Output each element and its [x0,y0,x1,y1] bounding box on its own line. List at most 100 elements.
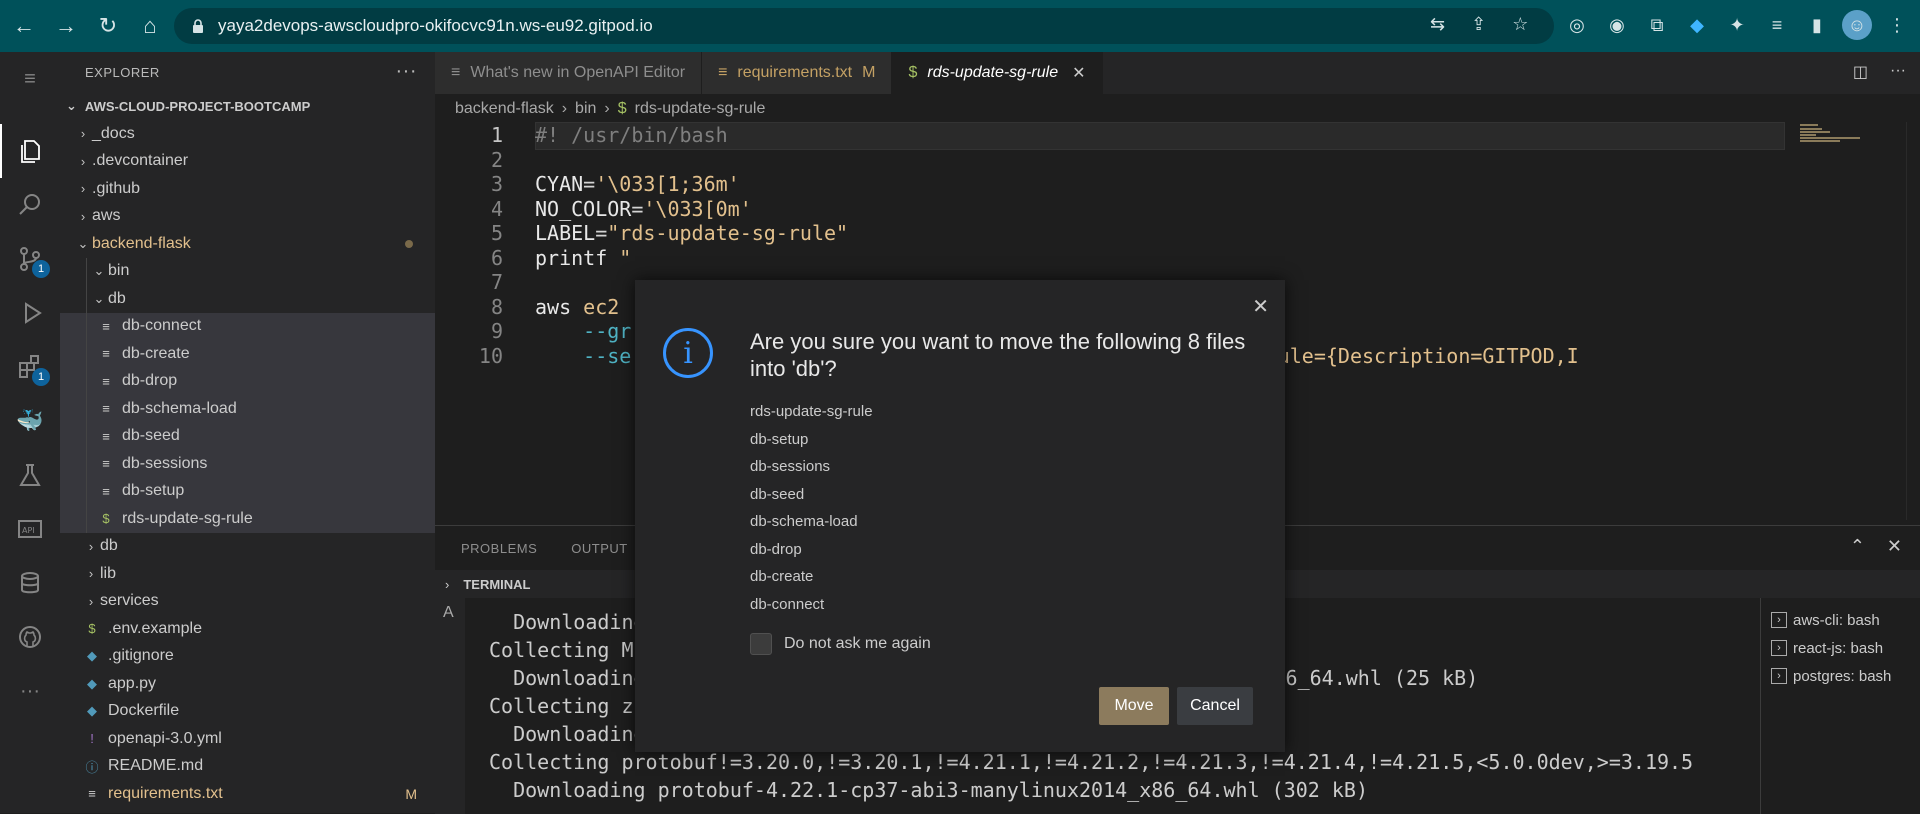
shell-file-icon: $ [908,64,918,81]
checkbox-box[interactable] [750,633,772,655]
minimap[interactable] [1795,122,1905,520]
terminal-item[interactable]: › postgres: bash [1761,662,1920,690]
tree-item[interactable]: › _docs [60,120,435,148]
tree-item-label: db [108,289,126,307]
chevron-down-icon: ⌄ [93,263,105,279]
extension-icon[interactable]: ◆ [1682,10,1712,40]
breadcrumb-item[interactable]: backend-flask [455,100,554,118]
bookmark-star-icon[interactable]: ☆ [1512,14,1528,35]
tree-item[interactable]: › .github [60,175,435,203]
source-control-icon[interactable]: 1 [0,232,60,286]
reading-list-icon[interactable]: ≡ [1762,10,1792,40]
indent-guide [86,505,87,533]
tab-rds-update-sg-rule[interactable]: $ rds-update-sg-rule ✕ [892,52,1103,94]
run-debug-icon[interactable] [0,286,60,340]
tree-item[interactable]: › .devcontainer [60,148,435,176]
tree-item[interactable]: ◆ app.py [60,670,435,698]
code-text: NO_COLOR='\033[0m' [535,196,752,221]
tree-item[interactable]: › db [60,533,435,561]
tree-item[interactable]: ≡ requirements.txt M [60,780,435,808]
docker-icon[interactable]: 🐳 [0,394,60,448]
terminal-item[interactable]: › aws-cli: bash [1761,606,1920,634]
more-actions-icon[interactable]: ··· [396,60,417,83]
tree-item[interactable]: ⓘ README.md [60,753,435,781]
tree-item-label: db-drop [122,372,178,390]
tree-item[interactable]: ≡ db-sessions [60,450,435,478]
code-text: LABEL="rds-update-sg-rule" [535,221,849,245]
back-icon[interactable]: ← [6,8,42,44]
tree-item[interactable]: ⌄ db [60,285,435,313]
move-button[interactable]: Move [1099,687,1169,725]
vertical-scrollbar[interactable] [1906,122,1920,520]
url-text: yaya2devops-awscloudpro-okifocvc91n.ws-e… [218,16,653,35]
tree-item[interactable]: ≡ db-connect [60,312,435,340]
profile-avatar[interactable]: ☺ [1842,10,1872,40]
explorer-icon[interactable] [0,124,60,178]
close-panel-icon[interactable]: ✕ [1887,536,1902,557]
tab-output[interactable]: OUTPUT [571,541,627,556]
breadcrumb-item[interactable]: bin [575,100,596,118]
tree-item[interactable]: ≡ db-seed [60,422,435,450]
tree-item-label: .github [92,179,141,197]
puzzle-icon[interactable]: ✦ [1722,10,1752,40]
file-icon: ≡ [102,346,110,362]
tree-item[interactable]: › lib [60,560,435,588]
more-actions-icon[interactable]: ··· [1890,62,1906,82]
extension-icon[interactable]: ⧉ [1642,10,1672,40]
tree-item[interactable]: ≡ db-schema-load [60,395,435,423]
side-panel-icon[interactable]: ▮ [1802,10,1832,40]
chevron-down-icon: ⌄ [66,98,77,113]
github-icon[interactable] [0,610,60,664]
forward-icon[interactable]: → [48,8,84,44]
file-icon: ≡ [102,318,110,334]
close-icon[interactable]: ✕ [1072,63,1085,83]
translate-icon[interactable]: ⇆ [1430,14,1445,35]
tree-item[interactable]: ◆ .gitignore [60,643,435,671]
cancel-button[interactable]: Cancel [1177,687,1253,725]
tree-item[interactable]: $ rds-update-sg-rule [60,505,435,533]
home-icon[interactable]: ⌂ [132,8,168,44]
hamburger-menu-icon[interactable]: ≡ [0,52,60,106]
tree-item-label: services [100,592,159,610]
maximize-panel-icon[interactable]: ⌃ [1850,536,1865,557]
tree-item[interactable]: › aws [60,203,435,231]
tree-item[interactable]: ≡ db-drop [60,367,435,395]
tab-whats-new[interactable]: ≡ What's new in OpenAPI Editor [435,52,703,94]
split-editor-icon[interactable]: ◫ [1853,62,1868,82]
tree-item[interactable]: ! openapi-3.0.yml [60,725,435,753]
testing-flask-icon[interactable] [0,448,60,502]
extensions-icon[interactable]: 1 [0,340,60,394]
tree-item[interactable]: $ .env.example [60,615,435,643]
tree-item[interactable]: ⌄ backend-flask [60,230,435,258]
address-bar[interactable]: yaya2devops-awscloudpro-okifocvc91n.ws-e… [174,8,1554,44]
project-root[interactable]: ⌄ AWS-CLOUD-PROJECT-BOOTCAMP [60,92,435,120]
chevron-right-icon: › [88,593,94,609]
tree-item[interactable]: ≡ db-setup [60,477,435,505]
breadcrumb-item[interactable]: rds-update-sg-rule [635,100,766,118]
search-icon[interactable] [0,178,60,232]
more-icon[interactable]: ··· [0,664,60,718]
indent-guide [86,340,87,368]
menu-icon[interactable]: ⋮ [1882,10,1912,40]
extension-icon[interactable]: ◎ [1562,10,1592,40]
tree-item[interactable]: ≡ db-create [60,340,435,368]
extension-icon[interactable]: ◉ [1602,10,1632,40]
dont-ask-again-checkbox[interactable]: Do not ask me again [750,633,931,655]
checkbox-label: Do not ask me again [784,635,931,652]
reload-icon[interactable]: ↻ [90,8,126,44]
database-icon[interactable] [0,556,60,610]
api-icon[interactable]: API [0,502,60,556]
tab-requirements[interactable]: ≡ requirements.txt M [702,52,893,94]
terminal-name: postgres: bash [1793,667,1892,685]
tab-label: requirements.txt [737,64,853,81]
terminal-item[interactable]: › react-js: bash [1761,634,1920,662]
chevron-right-icon: › [445,576,450,592]
tab-problems[interactable]: PROBLEMS [461,541,537,556]
share-icon[interactable]: ⇪ [1471,14,1486,35]
file-list-item: db-drop [750,540,802,558]
tree-item-label: .gitignore [108,647,174,665]
tree-item[interactable]: ◆ Dockerfile [60,698,435,726]
close-icon[interactable]: ✕ [1252,294,1269,319]
tree-item[interactable]: › services [60,588,435,616]
tree-item[interactable]: ⌄ bin [60,257,435,285]
